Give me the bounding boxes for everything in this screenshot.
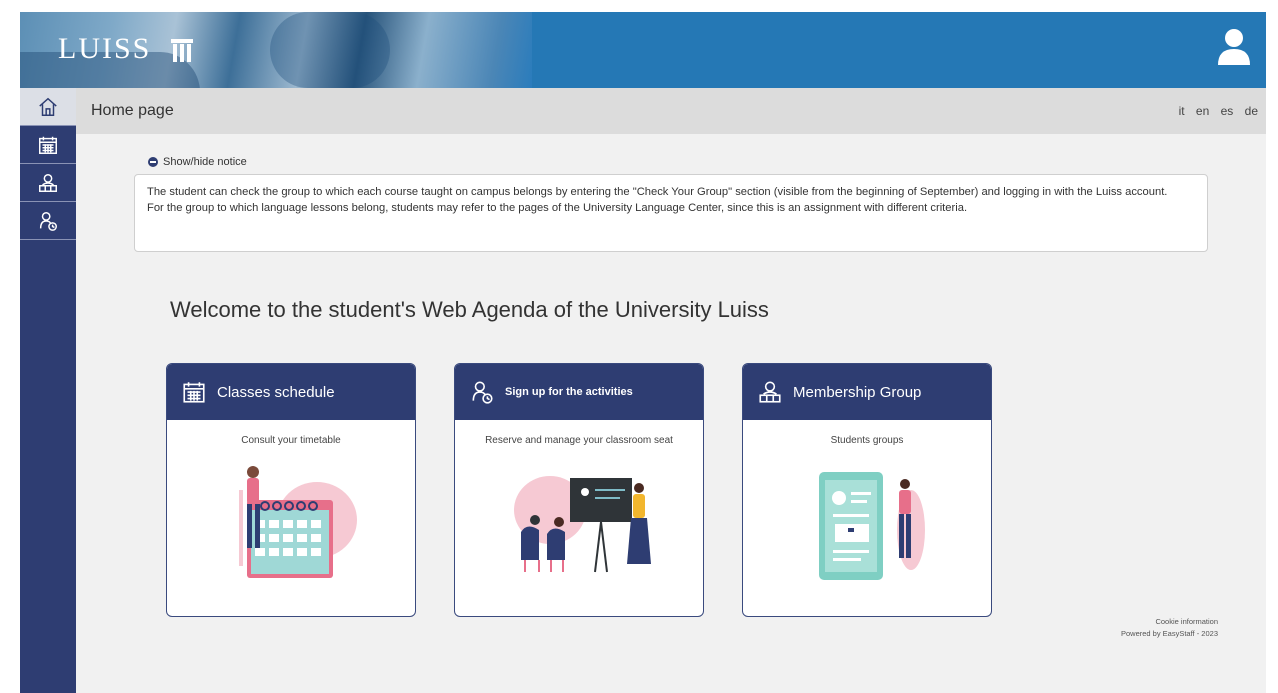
activities-icon: [472, 381, 493, 404]
activities-icon: [39, 211, 57, 231]
card-title: Sign up for the activities: [505, 386, 633, 398]
calendar-icon: [39, 136, 57, 154]
lang-de[interactable]: de: [1245, 104, 1258, 118]
show-hide-notice-toggle[interactable]: Show/hide notice: [148, 156, 247, 168]
group-icon: [39, 173, 57, 192]
sidebar-item-home[interactable]: [20, 88, 76, 126]
card-subtitle: Reserve and manage your classroom seat: [485, 435, 673, 446]
card-header: Sign up for the activities: [455, 364, 703, 420]
card-title: Classes schedule: [217, 383, 335, 401]
card-classes-schedule[interactable]: Classes schedule Consult your timetable: [166, 363, 416, 617]
card-subtitle: Consult your timetable: [241, 435, 341, 446]
footer: Cookie information Powered by EasyStaff …: [1121, 616, 1218, 640]
notice-paragraph: For the group to which language lessons …: [147, 202, 968, 214]
page-header: Home page it en es de: [76, 88, 1266, 134]
group-icon: [759, 381, 781, 403]
card-header: Classes schedule: [167, 364, 415, 420]
notice-box: The student can check the group to which…: [134, 174, 1208, 252]
membership-illustration: [819, 472, 925, 580]
classroom-illustration: [514, 476, 651, 573]
user-profile-icon[interactable]: [1216, 27, 1252, 67]
calendar-icon: [183, 382, 205, 403]
card-subtitle: Students groups: [830, 435, 904, 446]
notice-toggle-label: Show/hide notice: [163, 156, 247, 168]
header-banner: LUISS: [20, 12, 1266, 88]
language-switcher: it en es de: [1171, 104, 1258, 118]
sidebar-item-activities[interactable]: [20, 202, 76, 240]
lang-en[interactable]: en: [1196, 104, 1209, 118]
cookie-information-link[interactable]: Cookie information: [1121, 616, 1218, 628]
card-title: Membership Group: [793, 383, 922, 401]
sidebar-item-schedule[interactable]: [20, 126, 76, 164]
column-logo-icon: [171, 39, 193, 62]
collapse-circle-icon: [148, 157, 158, 167]
powered-by-text: Powered by EasyStaff - 2023: [1120, 629, 1218, 638]
notice-paragraph: The student can check the group to which…: [147, 186, 1168, 198]
luiss-logo[interactable]: LUISS: [58, 32, 151, 66]
lang-it[interactable]: it: [1179, 104, 1185, 118]
page-title: Home page: [91, 102, 174, 119]
lang-es[interactable]: es: [1221, 104, 1234, 118]
card-header: Membership Group: [743, 364, 991, 420]
calendar-illustration: [239, 466, 357, 578]
welcome-heading: Welcome to the student's Web Agenda of t…: [170, 297, 769, 322]
sidebar-nav: [20, 88, 76, 693]
main-content: Show/hide notice The student can check t…: [76, 134, 1266, 693]
card-sign-up-activities[interactable]: Sign up for the activities Reserve and m…: [454, 363, 704, 617]
sidebar-item-group[interactable]: [20, 164, 76, 202]
card-membership-group[interactable]: Membership Group Students groups: [742, 363, 992, 617]
home-icon: [39, 97, 57, 116]
